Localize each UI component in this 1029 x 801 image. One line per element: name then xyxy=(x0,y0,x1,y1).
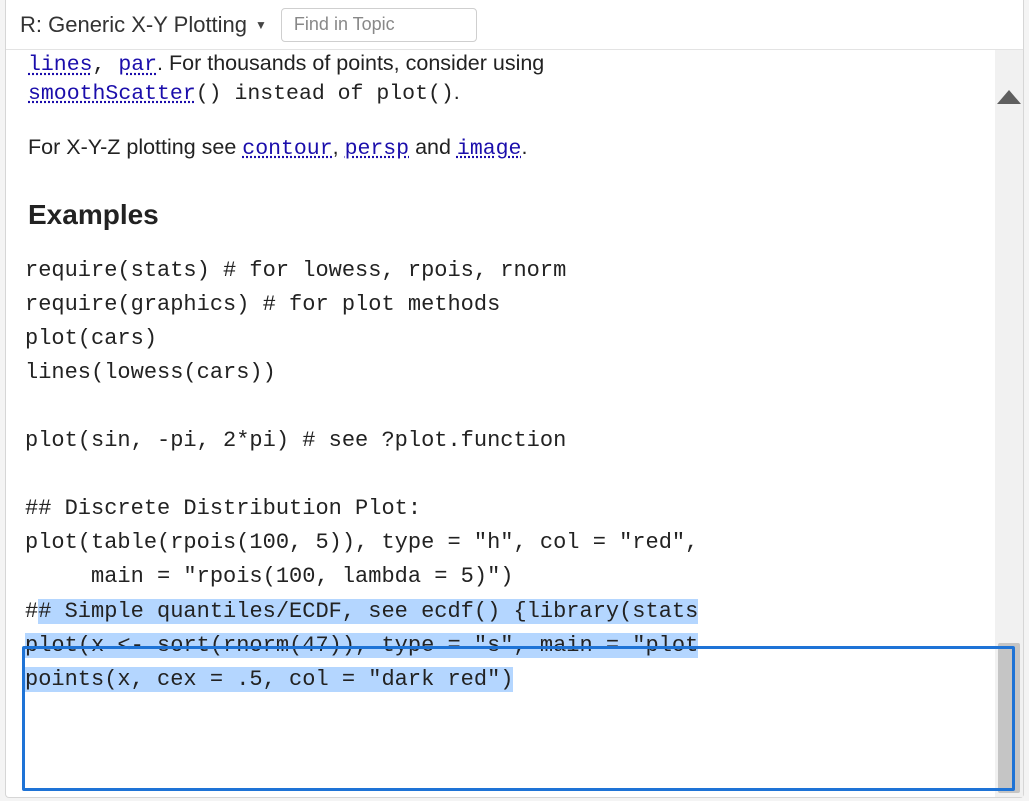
help-pane: R: Generic X-Y Plotting ▼ lines, par. Fo… xyxy=(5,0,1024,798)
code-text-selected: ## Simple quantiles/ECDF, see ecdf() {li… xyxy=(25,595,992,697)
link-contour[interactable]: contour xyxy=(242,137,332,161)
text: . For thousands of points, consider usin… xyxy=(157,51,544,75)
content-area: lines, par. For thousands of points, con… xyxy=(6,50,1023,797)
link-lines[interactable]: lines xyxy=(28,53,93,77)
link-image[interactable]: image xyxy=(457,137,522,161)
selection: # Simple quantiles/ECDF, see ecdf() {lib… xyxy=(38,599,698,624)
selection: plot(x <- sort(rnorm(47)), type = "s", m… xyxy=(25,633,698,658)
text: () instead of xyxy=(196,82,377,106)
link-par[interactable]: par xyxy=(118,53,157,77)
scroll-thumb[interactable] xyxy=(998,643,1020,793)
xyz-paragraph: For X-Y-Z plotting see contour, persp an… xyxy=(28,134,995,163)
text: plot() xyxy=(376,82,453,106)
text: For X-Y-Z plotting see xyxy=(28,135,242,159)
topic-dropdown[interactable]: R: Generic X-Y Plotting ▼ xyxy=(20,12,267,38)
code-block[interactable]: require(stats) # for lowess, rpois, rnor… xyxy=(25,254,992,697)
selection: points(x, cex = .5, col = "dark red") xyxy=(25,667,513,692)
help-content: lines, par. For thousands of points, con… xyxy=(6,50,995,797)
find-in-topic-input[interactable] xyxy=(281,8,477,42)
examples-heading: Examples xyxy=(28,197,995,232)
link-smoothscatter[interactable]: smoothScatter xyxy=(28,82,196,106)
chevron-down-icon: ▼ xyxy=(255,18,267,32)
code-text-1: require(stats) # for lowess, rpois, rnor… xyxy=(25,254,992,595)
topic-title: R: Generic X-Y Plotting xyxy=(20,12,247,38)
link-persp[interactable]: persp xyxy=(345,137,410,161)
scroll-up-arrow-icon[interactable] xyxy=(997,90,1021,104)
text: . xyxy=(454,80,460,104)
cutoff-paragraph: lines, par. For thousands of points, con… xyxy=(28,50,995,108)
scrollbar-vertical[interactable] xyxy=(995,50,1023,797)
text: # xyxy=(25,599,38,624)
toolbar: R: Generic X-Y Plotting ▼ xyxy=(6,0,1023,50)
